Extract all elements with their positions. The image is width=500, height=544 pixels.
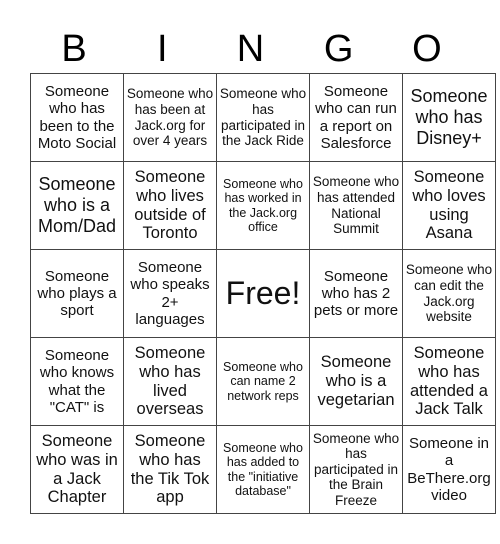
- bingo-cell[interactable]: Someone who was in a Jack Chapter: [30, 425, 124, 514]
- bingo-cell[interactable]: Someone who has 2 pets or more: [309, 249, 403, 338]
- bingo-cell[interactable]: Someone who is a Mom/Dad: [30, 161, 124, 250]
- bingo-cell[interactable]: Someone who has attended a Jack Talk: [402, 337, 496, 426]
- bingo-cell[interactable]: Someone who has Disney+: [402, 73, 496, 162]
- board-row: Someone who plays a sport Someone who sp…: [30, 249, 496, 338]
- bingo-cell[interactable]: Someone who has the Tik Tok app: [123, 425, 217, 514]
- bingo-cell[interactable]: Someone who has attended National Summit: [309, 161, 403, 250]
- bingo-board: Someone who has been to the Moto Social …: [30, 73, 496, 514]
- board-row: Someone who is a Mom/Dad Someone who liv…: [30, 161, 496, 250]
- bingo-cell[interactable]: Someone who can edit the Jack.org websit…: [402, 249, 496, 338]
- bingo-cell[interactable]: Someone who knows what the "CAT" is: [30, 337, 124, 426]
- bingo-cell[interactable]: Someone who is a vegetarian: [309, 337, 403, 426]
- header-letter-g: G: [323, 28, 354, 70]
- free-space-cell[interactable]: Free!: [216, 249, 310, 338]
- bingo-cell[interactable]: Someone who can run a report on Salesfor…: [309, 73, 403, 162]
- board-row: Someone who was in a Jack Chapter Someon…: [30, 425, 496, 514]
- bingo-cell[interactable]: Someone in a BeThere.org video: [402, 425, 496, 514]
- bingo-cell[interactable]: Someone who plays a sport: [30, 249, 124, 338]
- bingo-cell[interactable]: Someone who can name 2 network reps: [216, 337, 310, 426]
- header-letter-o: O: [412, 28, 442, 70]
- bingo-cell[interactable]: Someone who has lived overseas: [123, 337, 217, 426]
- bingo-cell[interactable]: Someone who has participated in the Jack…: [216, 73, 310, 162]
- bingo-cell[interactable]: Someone who has been to the Moto Social: [30, 73, 124, 162]
- bingo-cell[interactable]: Someone who loves using Asana: [402, 161, 496, 250]
- bingo-cell[interactable]: Someone who has worked in the Jack.org o…: [216, 161, 310, 250]
- bingo-cell[interactable]: Someone who speaks 2+ languages: [123, 249, 217, 338]
- bingo-header: B I N G O: [30, 26, 471, 72]
- bingo-cell[interactable]: Someone who has participated in the Brai…: [309, 425, 403, 514]
- bingo-cell[interactable]: Someone who lives outside of Toronto: [123, 161, 217, 250]
- header-letter-n: N: [236, 28, 265, 70]
- header-letter-b: B: [61, 28, 87, 70]
- bingo-cell[interactable]: Someone who has added to the "initiative…: [216, 425, 310, 514]
- bingo-cell[interactable]: Someone who has been at Jack.org for ove…: [123, 73, 217, 162]
- board-row: Someone who has been to the Moto Social …: [30, 73, 496, 162]
- board-row: Someone who knows what the "CAT" is Some…: [30, 337, 496, 426]
- header-letter-i: I: [157, 28, 168, 70]
